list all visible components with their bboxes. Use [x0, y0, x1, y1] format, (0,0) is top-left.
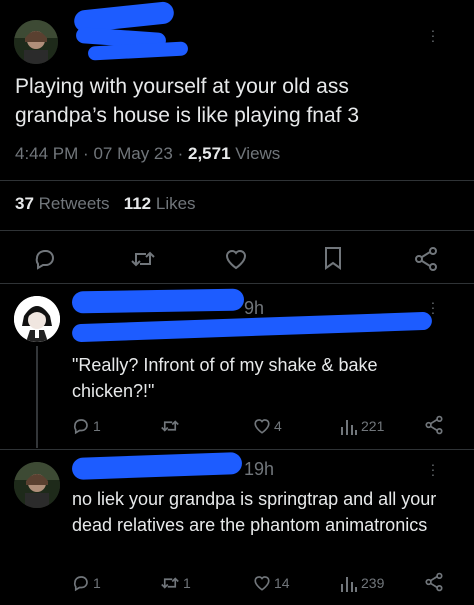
views-icon[interactable] [340, 575, 358, 593]
likes-count[interactable]: 112 [124, 194, 151, 213]
share-icon[interactable] [424, 415, 444, 435]
more-icon[interactable]: · · · [430, 295, 436, 319]
views-icon[interactable] [340, 418, 358, 436]
avatar[interactable] [14, 462, 60, 508]
retweets-label[interactable]: Retweets [39, 194, 110, 213]
avatar[interactable] [14, 296, 60, 342]
tweet-text-line2: grandpa’s house is like playing fnaf 3 [15, 104, 360, 127]
redacted-name [71, 288, 245, 314]
more-icon[interactable]: · · · [430, 457, 436, 481]
like-icon[interactable] [252, 574, 272, 592]
engagement-stats: 37 Retweets 112 Likes [15, 194, 196, 214]
reply-count: 1 [93, 418, 101, 434]
like-icon[interactable] [223, 247, 249, 271]
divider [0, 449, 474, 450]
views-label: Views [235, 144, 281, 163]
tweet-meta: 4:44 PM · 07 May 23 · 2,571 Views [15, 144, 281, 163]
tweet-text-line1: Playing with yourself at your old ass [15, 75, 349, 98]
view-count: 221 [361, 418, 385, 434]
retweet-icon[interactable] [130, 247, 156, 271]
tweet-date[interactable]: 07 May 23 [93, 144, 172, 163]
share-icon[interactable] [424, 572, 444, 592]
view-count: 239 [361, 575, 385, 591]
reply-count: 1 [93, 575, 101, 591]
divider [0, 230, 474, 231]
like-icon[interactable] [252, 417, 272, 435]
divider [0, 180, 474, 181]
reply-text: "Really? Infront of of my shake & bake c… [72, 355, 378, 401]
avatar[interactable] [14, 20, 58, 64]
tweet-time[interactable]: 4:44 PM [15, 144, 78, 163]
divider [0, 283, 474, 284]
reply-icon[interactable] [72, 574, 90, 592]
retweet-count: 1 [183, 575, 191, 591]
more-icon[interactable]: · · · [430, 23, 436, 47]
share-icon[interactable] [413, 246, 439, 272]
retweet-icon[interactable] [160, 574, 180, 592]
bookmark-icon[interactable] [323, 246, 343, 270]
reply-icon[interactable] [72, 417, 90, 435]
like-count: 14 [274, 575, 290, 591]
like-count: 4 [274, 418, 282, 434]
reply-time[interactable]: 9h [244, 298, 264, 319]
retweet-icon[interactable] [160, 417, 180, 435]
redacted-name [71, 452, 243, 480]
reply-time[interactable]: 19h [244, 459, 274, 480]
thread-line [36, 346, 38, 448]
likes-label[interactable]: Likes [156, 194, 196, 213]
reply-text: no liek your grandpa is springtrap and a… [72, 489, 437, 535]
reply-icon[interactable] [33, 247, 57, 271]
retweets-count[interactable]: 37 [15, 194, 34, 213]
views-count: 2,571 [187, 144, 231, 163]
